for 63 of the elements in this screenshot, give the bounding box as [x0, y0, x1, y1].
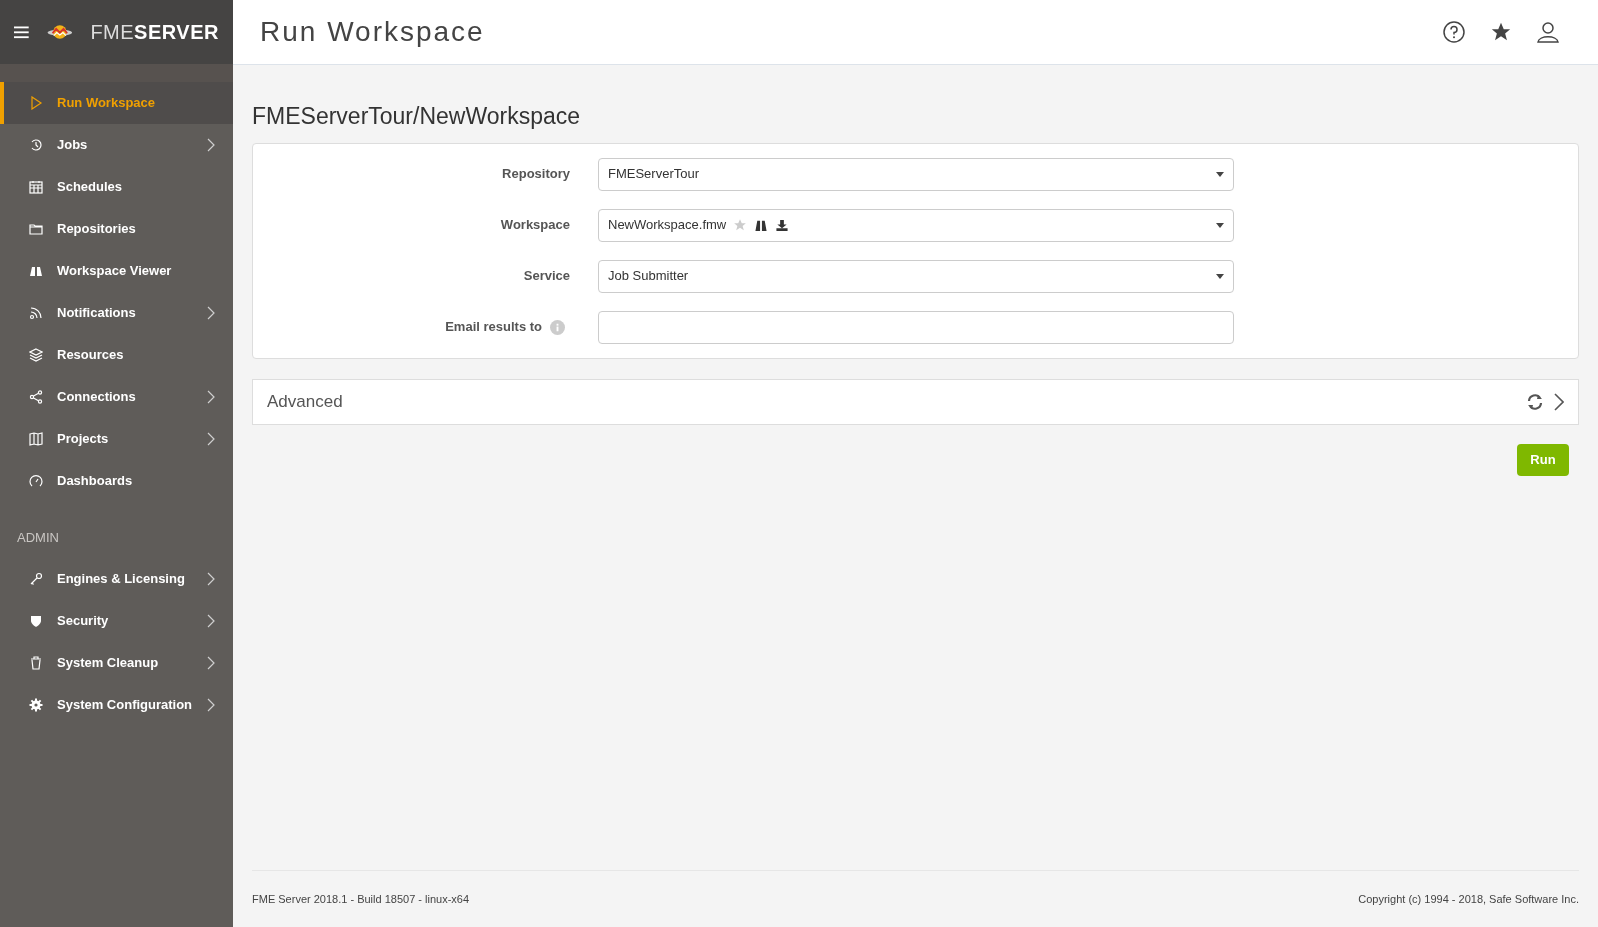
select-field[interactable]: FMEServerTour [598, 157, 1234, 191]
dropdown-caret-icon [1216, 222, 1224, 228]
chevron-icon [207, 432, 215, 446]
sidebar-item[interactable]: Repositories [0, 208, 233, 250]
dropdown-caret-icon [1216, 171, 1224, 177]
chevron-icon [207, 697, 215, 712]
binoculars-icon [29, 264, 43, 278]
folder-icon [29, 222, 43, 236]
sidebar-item[interactable]: Jobs [0, 124, 233, 166]
chevron-icon [207, 655, 215, 670]
sidebar-item[interactable]: System Configuration [0, 683, 233, 726]
refresh-icon[interactable] [1526, 392, 1544, 411]
sidebar-item[interactable]: Schedules [0, 166, 233, 208]
binoculars-icon[interactable] [754, 218, 769, 232]
select-field[interactable]: Job Submitter [598, 259, 1234, 293]
section-heading: ADMIN [16, 529, 60, 547]
user-icon[interactable] [1537, 21, 1559, 43]
sidebar-item[interactable]: Connections [0, 376, 233, 418]
sidebar-item[interactable]: Workspace Viewer [0, 250, 233, 292]
dropdown-caret-icon [1216, 273, 1224, 279]
gauge-icon [29, 474, 43, 488]
sidebar-item[interactable]: Dashboards [0, 460, 233, 502]
workspace-heading: FMEServerTour/NewWorkspace [252, 102, 582, 131]
star-icon[interactable] [733, 218, 748, 232]
play-icon [29, 96, 43, 110]
sidebar-item[interactable]: Notifications [0, 292, 233, 334]
sidebar-item[interactable]: Engines & Licensing [0, 557, 233, 600]
advanced-label: Advanced [267, 390, 344, 413]
chevron-icon [207, 138, 215, 152]
chevron-icon [207, 613, 215, 628]
help-icon[interactable] [1443, 21, 1465, 43]
rss-icon [29, 306, 43, 320]
field-label: Workspace [500, 216, 570, 235]
field-label: Email results to [445, 318, 542, 337]
key-icon [29, 571, 43, 586]
shield-icon [29, 613, 43, 628]
history-icon [29, 138, 43, 152]
field-label: Repository [502, 165, 570, 184]
sidebar-item[interactable]: Projects [0, 418, 233, 460]
sidebar-item[interactable]: System Cleanup [0, 641, 233, 684]
sidebar-item[interactable]: Resources [0, 334, 233, 376]
sidebar-item[interactable]: Security [0, 599, 233, 642]
copyright-text: Copyright (c) 1994 - 2018, Safe Software Inc. [1358, 891, 1579, 907]
share-icon [29, 390, 43, 404]
chevron-icon [207, 306, 215, 320]
chevron-icon [207, 571, 215, 586]
gear-icon [29, 697, 43, 712]
calendar-icon [29, 180, 43, 194]
star-icon[interactable] [1490, 21, 1512, 43]
sidebar-item[interactable]: Run Workspace [0, 82, 233, 124]
email-field[interactable] [598, 310, 1234, 344]
layers-icon [29, 348, 43, 362]
page-title: Run Workspace [260, 15, 486, 49]
select-field[interactable]: NewWorkspace.fmw [598, 208, 1234, 242]
version-text: FME Server 2018.1 - Build 18507 - linux-x64 [252, 891, 470, 907]
chevron-icon[interactable] [1554, 392, 1564, 411]
trash-icon [29, 655, 43, 670]
chevron-icon [207, 390, 215, 404]
field-label: Service [523, 267, 570, 286]
brand-name: FMESERVER [90, 20, 219, 45]
map-icon [29, 432, 43, 446]
advanced-panel[interactable]: Advanced [252, 378, 1579, 425]
download-icon[interactable] [775, 218, 790, 232]
